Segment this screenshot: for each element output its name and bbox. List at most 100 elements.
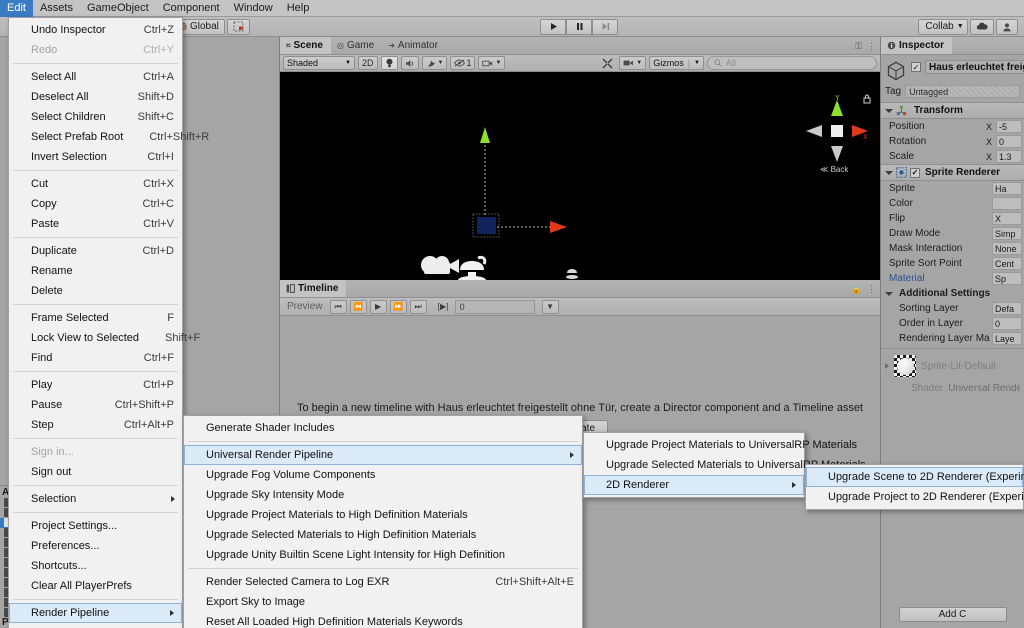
timeline-options-dropdown[interactable]: ▼ [541,299,559,314]
scene-camera-dropdown[interactable]: ▼ [478,56,506,70]
chevron-down-icon[interactable] [885,291,893,296]
toggle-2d-button[interactable]: 2D [358,56,378,70]
scene-visibility-toggle[interactable]: 1 [450,56,476,70]
property-value-field[interactable]: Ha [992,182,1022,195]
property-value-field[interactable]: Cent [992,257,1022,270]
edit-menu-item-paste[interactable]: Paste Ctrl+V [9,214,182,234]
play-range-button[interactable]: [▶] [435,300,452,314]
render-menu-item-upgrade-selected-materials-to-high-definition-materials[interactable]: Upgrade Selected Materials to High Defin… [184,525,582,545]
property-value-field[interactable]: Defa [992,302,1022,315]
render-menu-item-generate-shader-includes[interactable]: Generate Shader Includes [184,418,582,438]
edit-menu-item-clear-all-playerprefs[interactable]: Clear All PlayerPrefs [9,576,182,596]
scene-tools-button[interactable] [599,56,616,70]
edit-menu-item-find[interactable]: Find Ctrl+F [9,348,182,368]
property-value-field[interactable]: 0 [992,317,1022,330]
component-header-transform[interactable]: Transform [881,102,1024,119]
property-value-field[interactable]: Laye [992,332,1022,345]
object-name-field[interactable]: Haus erleuchtet freigestellt [925,60,1024,74]
menubar-item-edit[interactable]: Edit [0,0,33,17]
lock-icon[interactable]: ⚿ [855,41,862,52]
property-value-field[interactable]: Sp [992,272,1022,285]
render-menu-item-render-selected-camera-to-log-exr[interactable]: Render Selected Camera to Log EXR Ctrl+Sh… [184,572,582,592]
additional-settings-header[interactable]: Additional Settings [881,286,1024,301]
lock-icon[interactable]: 🔒 [851,284,862,295]
property-value-field[interactable]: 1.3 [996,150,1022,163]
object-enabled-checkbox[interactable]: ✓ [911,62,921,72]
urp-menu-item-upgrade-project-materials-to-universalrp-materials[interactable]: Upgrade Project Materials to UniversalRP… [584,435,857,455]
tag-dropdown[interactable]: Untagged [905,85,1020,98]
component-header-sprite-renderer[interactable]: ✓ Sprite Renderer [881,164,1024,181]
menubar-item-help[interactable]: Help [280,0,317,17]
next-frame-button[interactable]: ⏩ [389,299,407,314]
edit-menu-item-render-pipeline[interactable]: Render Pipeline [9,603,182,623]
panel-menu-icon[interactable]: ⋮ [867,41,876,52]
tab-animator[interactable]: ➜ Animator [382,37,446,54]
render-menu-item-export-sky-to-image[interactable]: Export Sky to Image [184,592,582,612]
first-frame-button[interactable]: ⏮ [329,299,347,314]
edit-menu-item-project-settings[interactable]: Project Settings... [9,516,182,536]
panel-menu-icon[interactable]: ⋮ [867,284,876,295]
play-button[interactable] [540,18,566,35]
scene-search-box[interactable]: All [707,56,877,70]
edit-menu-item-copy[interactable]: Copy Ctrl+C [9,194,182,214]
gizmos-dropdown[interactable]: Gizmos | ▼ [649,56,704,70]
edit-menu-item-frame-selected[interactable]: Frame Selected F [9,308,182,328]
renderer2d-menu-item-upgrade-scene-to-2d-renderer-experimental[interactable]: Upgrade Scene to 2D Renderer (Experiment… [806,467,1024,487]
edit-menu-item-selection[interactable]: Selection [9,489,182,509]
draw-mode-dropdown[interactable]: Shaded ▼ [283,56,355,70]
universal-render-pipeline-submenu[interactable]: Upgrade Project Materials to UniversalRP… [583,432,866,498]
sprite-renderer-enabled-checkbox[interactable]: ✓ [910,167,920,178]
render-menu-item-upgrade-sky-intensity-mode[interactable]: Upgrade Sky Intensity Mode [184,485,582,505]
prev-frame-button[interactable]: ⏪ [349,299,367,314]
add-component-button[interactable]: Add C [898,607,1007,622]
menubar-item-assets[interactable]: Assets [33,0,80,17]
material-preview[interactable]: Sprite-Lit-Default [881,349,1024,383]
edit-menu-item-rename[interactable]: Rename [9,261,182,281]
render-menu-item-upgrade-project-materials-to-high-definition-materials[interactable]: Upgrade Project Materials to High Defini… [184,505,582,525]
scene-lighting-toggle[interactable] [380,56,398,70]
urp-menu-item-2d-renderer[interactable]: 2D Renderer [584,475,804,495]
edit-menu-item-deselect-all[interactable]: Deselect All Shift+D [9,87,182,107]
tab-timeline[interactable]: Timeline [280,280,347,297]
edit-menu-item-undo-inspector[interactable]: Undo Inspector Ctrl+Z [9,20,182,40]
shader-value[interactable]: Universal Render Pipe [948,383,1020,394]
frame-field[interactable]: 0 [454,299,535,314]
property-value-field[interactable]: 0 [996,135,1022,148]
edit-menu-item-sign-out[interactable]: Sign out [9,462,182,482]
edit-menu-item-select-all[interactable]: Select All Ctrl+A [9,67,182,87]
render-menu-item-reset-all-loaded-high-definition-materials-keywords[interactable]: Reset All Loaded High Definition Materia… [184,612,582,628]
edit-menu-item-step[interactable]: Step Ctrl+Alt+P [9,415,182,435]
preview-label[interactable]: Preview [283,301,327,312]
grid-snap-button[interactable] [226,18,250,35]
edit-menu-item-lock-view-to-selected[interactable]: Lock View to Selected Shift+F [9,328,200,348]
menubar-item-component[interactable]: Component [156,0,227,17]
play-button[interactable]: ▶ [369,299,387,314]
chevron-down-icon[interactable] [885,108,893,113]
step-button[interactable] [592,18,618,35]
edit-menu-item-invert-selection[interactable]: Invert Selection Ctrl+I [9,147,182,167]
account-button[interactable] [996,18,1018,35]
edit-menu-item-select-children[interactable]: Select Children Shift+C [9,107,182,127]
tab-inspector[interactable]: Inspector [881,37,953,54]
property-value-field[interactable]: X [992,212,1022,225]
menubar-item-window[interactable]: Window [227,0,280,17]
property-value-field[interactable]: None [992,242,1022,255]
scene-audio-toggle[interactable] [400,56,419,70]
last-frame-button[interactable]: ⏭ [409,299,427,314]
render-menu-item-upgrade-fog-volume-components[interactable]: Upgrade Fog Volume Components [184,465,582,485]
chevron-right-icon[interactable] [885,363,889,369]
edit-menu[interactable]: Undo Inspector Ctrl+Z Redo Ctrl+Y Select All… [8,17,209,628]
edit-menu-item-select-prefab-root[interactable]: Select Prefab Root Ctrl+Shift+R [9,127,209,147]
render-menu-item-upgrade-unity-builtin-scene-light-intensity-for-high-definition[interactable]: Upgrade Unity Builtin Scene Light Intens… [184,545,582,565]
urp-menu-item-upgrade-selected-materials-to-universalrp-materials[interactable]: Upgrade Selected Materials to UniversalR… [584,455,866,475]
edit-menu-item-preferences[interactable]: Preferences... [9,536,182,556]
gizmos-camera-button[interactable]: ▼ [619,56,647,70]
pause-button[interactable] [566,18,592,35]
scene-fx-dropdown[interactable]: ▼ [421,56,448,70]
renderer-2d-submenu[interactable]: Upgrade Scene to 2D Renderer (Experiment… [805,464,1024,510]
edit-menu-item-duplicate[interactable]: Duplicate Ctrl+D [9,241,182,261]
tab-scene[interactable]: ⌗ Scene [280,37,331,54]
chevron-down-icon[interactable] [885,170,893,175]
scene-orientation-gizmo[interactable]: Y X ≪ Back [800,94,874,172]
collab-button[interactable]: Collab ▼ [918,18,968,35]
